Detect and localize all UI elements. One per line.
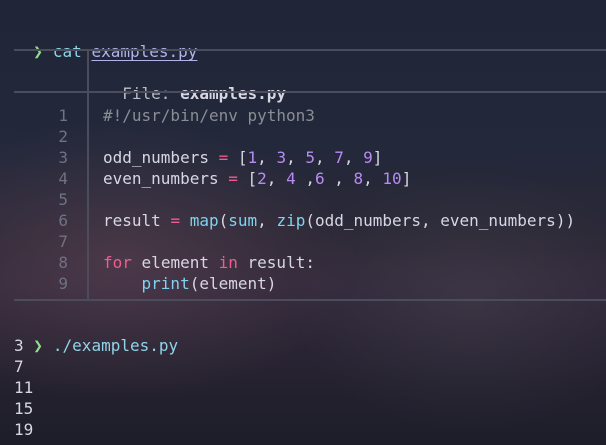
command-line-cat: ❯ cat examples.py: [14, 20, 197, 61]
file-header: File: examples.py: [103, 62, 286, 104]
bracket: [: [237, 148, 248, 167]
number-literal: 2: [257, 169, 267, 188]
prompt-chevron-icon: ❯: [33, 42, 43, 61]
assign-operator: =: [170, 211, 181, 230]
number-literal: 9: [363, 148, 373, 167]
line-number: 6: [58, 211, 68, 230]
keyword: in: [218, 253, 238, 272]
header-bottom-divider: [14, 91, 606, 93]
code-line-8: for element in result:: [103, 252, 575, 273]
output-line: 15: [14, 399, 34, 418]
number-literal: 8: [353, 169, 364, 188]
file-argument-link[interactable]: examples.py: [91, 42, 197, 61]
bracket: ]: [401, 169, 412, 188]
builtin-function: print: [141, 274, 190, 293]
assign-operator: =: [228, 169, 238, 188]
footer-divider: [14, 299, 606, 301]
output-line: 19: [14, 420, 34, 439]
shebang-comment: #!/usr/bin/env python3: [103, 106, 315, 125]
header-top-divider: [14, 49, 606, 51]
line-number: 4: [58, 169, 68, 188]
builtin-function: map: [189, 211, 219, 230]
code-line-1: #!/usr/bin/env python3: [103, 105, 575, 126]
number-literal: 7: [334, 148, 344, 167]
builtin-function: zip: [276, 211, 306, 230]
line-number: 3: [58, 148, 68, 167]
identifier: result: [103, 211, 161, 230]
output-line: 11: [14, 378, 34, 397]
identifier: even_numbers: [440, 211, 556, 230]
output-line: 3: [14, 336, 24, 355]
bracket: ]: [372, 148, 383, 167]
line-number: 8: [58, 253, 68, 272]
identifier: odd_numbers: [314, 211, 421, 230]
code-line-4: even_numbers = [2, 4 ,6 , 8, 10]: [103, 169, 412, 188]
header-gutter-divider: [87, 49, 89, 91]
code-gutter-divider: [87, 91, 89, 299]
number-literal: 4: [286, 169, 296, 188]
number-literal: 10: [382, 169, 402, 188]
code-listing: #!/usr/bin/env python3 odd_numbers = [1,…: [103, 105, 575, 294]
number-literal: 1: [247, 148, 258, 167]
output-line: 7: [14, 357, 24, 376]
bracket: [: [247, 169, 258, 188]
line-number-gutter: 1 2 3 4 5 6 7 8 9: [14, 105, 82, 294]
line-number: 2: [58, 127, 68, 146]
identifier: even_numbers: [103, 169, 219, 188]
builtin-function: sum: [228, 211, 258, 230]
number-literal: 5: [305, 148, 315, 167]
file-header-label: File:: [122, 84, 171, 103]
file-header-name: examples.py: [180, 84, 287, 103]
identifier: result:: [247, 253, 315, 272]
command-name: cat: [52, 42, 82, 61]
run-command: ./examples.py: [52, 336, 179, 355]
command-line-run: ❯ ./examples.py: [14, 314, 178, 355]
line-number: 9: [58, 274, 68, 293]
identifier: odd_numbers: [103, 148, 209, 167]
code-line-9: print(element): [141, 274, 277, 293]
identifier: element: [199, 274, 267, 293]
prompt-chevron-icon: ❯: [33, 336, 43, 355]
line-number: 7: [58, 232, 68, 251]
identifier: element: [141, 253, 209, 272]
line-number: 1: [58, 106, 68, 125]
line-number: 5: [58, 190, 68, 209]
number-literal: 3: [276, 148, 287, 167]
keyword: for: [103, 253, 132, 272]
number-literal: 6: [314, 169, 325, 188]
code-line-6: result = map(sum, zip(odd_numbers, even_…: [103, 211, 576, 230]
code-line-3: odd_numbers = [1, 3, 5, 7, 9]: [103, 148, 383, 167]
assign-operator: =: [218, 148, 229, 167]
